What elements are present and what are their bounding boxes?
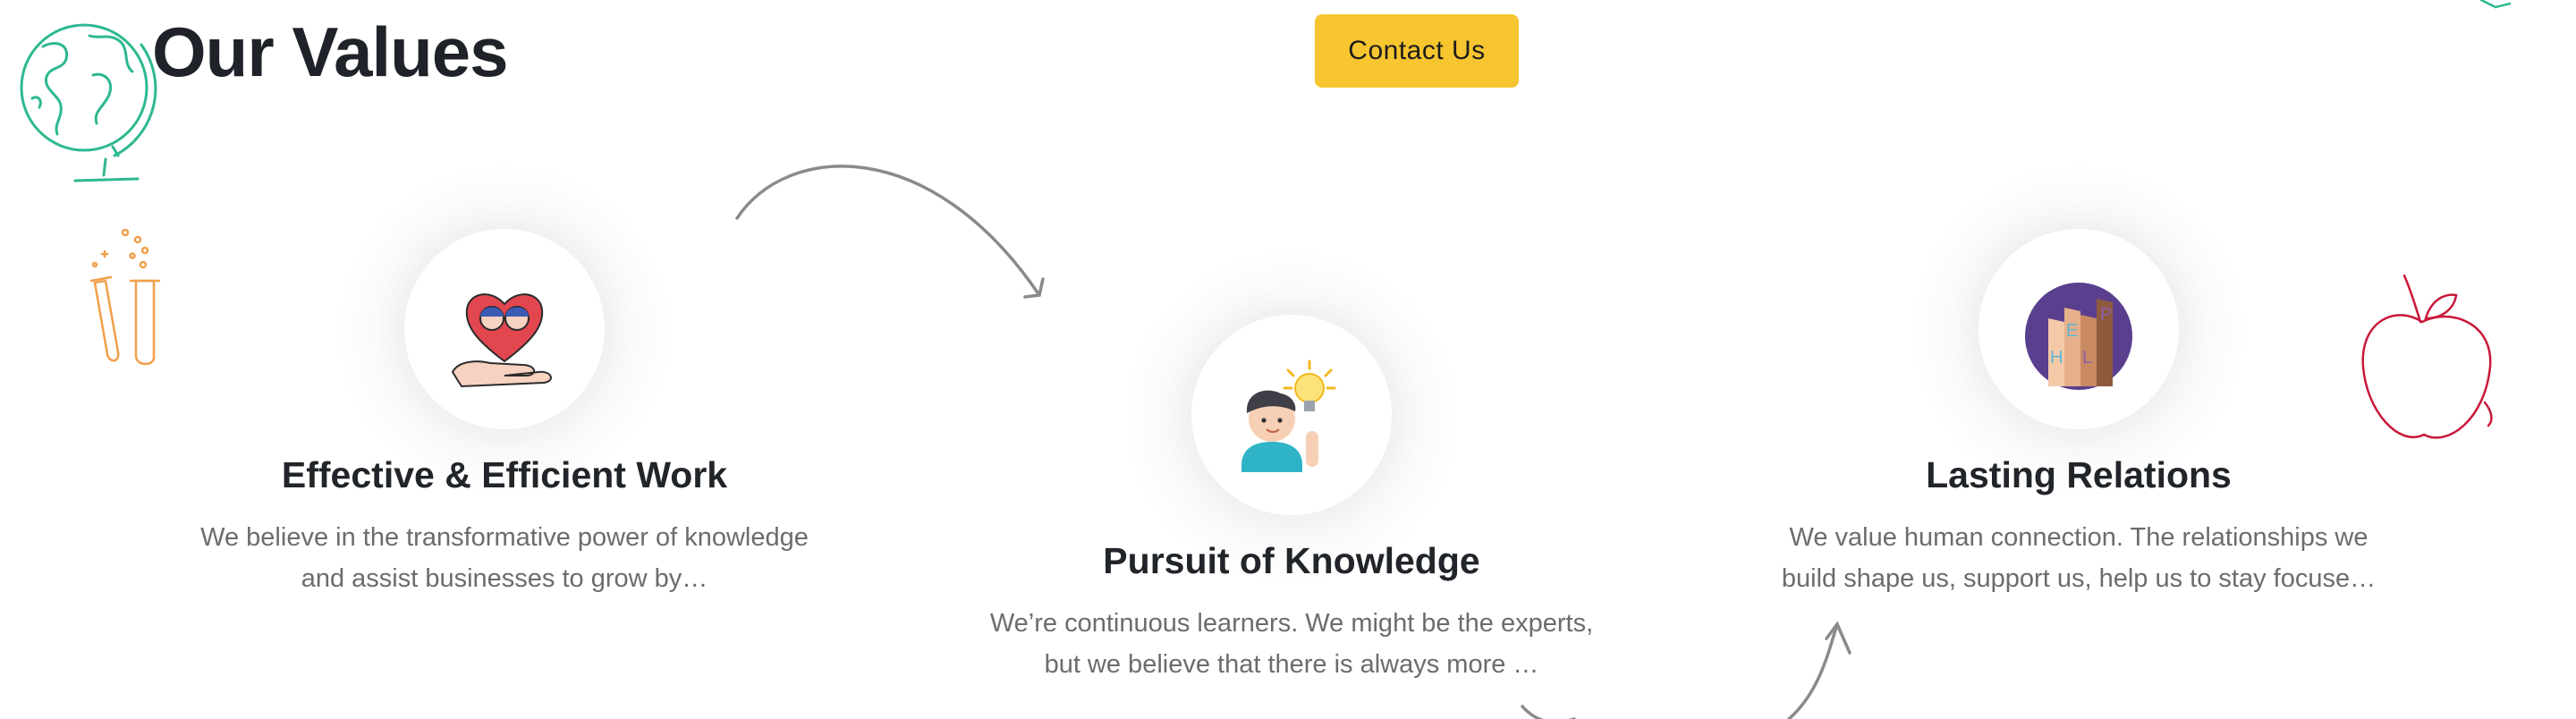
icon-circle bbox=[404, 229, 605, 429]
icon-circle bbox=[1191, 315, 1392, 515]
value-description: We value human connection. The relations… bbox=[1781, 523, 2377, 593]
value-title: Effective & Efficient Work bbox=[281, 454, 728, 495]
help-letter-p: P bbox=[2100, 305, 2112, 325]
help-letter-l: L bbox=[2082, 348, 2092, 368]
heart-hand-icon bbox=[451, 293, 552, 388]
value-description: We’re continuous learners. We might be t… bbox=[989, 609, 1594, 679]
icon-circle: H E L P bbox=[1979, 229, 2179, 429]
value-description: We believe in the transformative power o… bbox=[200, 523, 809, 593]
help-letter-h: H bbox=[2050, 348, 2063, 368]
value-card-effective-work: Effective & Efficient Work We believe in… bbox=[165, 0, 844, 719]
test-tubes-icon bbox=[89, 229, 161, 366]
sparkle-icon bbox=[2479, 0, 2512, 9]
value-card-lasting-relations: H E L P Lasting Relations We value human… bbox=[1739, 0, 2419, 719]
value-title: Lasting Relations bbox=[1926, 454, 2232, 495]
value-title: Pursuit of Knowledge bbox=[1103, 540, 1480, 581]
globe-icon bbox=[20, 23, 157, 182]
idea-person-icon bbox=[1241, 360, 1336, 472]
helping-hands-icon: H E L P bbox=[2025, 283, 2132, 390]
value-card-pursuit-knowledge: Pursuit of Knowledge We’re continuous le… bbox=[952, 0, 1631, 719]
help-letter-e: E bbox=[2066, 321, 2078, 341]
